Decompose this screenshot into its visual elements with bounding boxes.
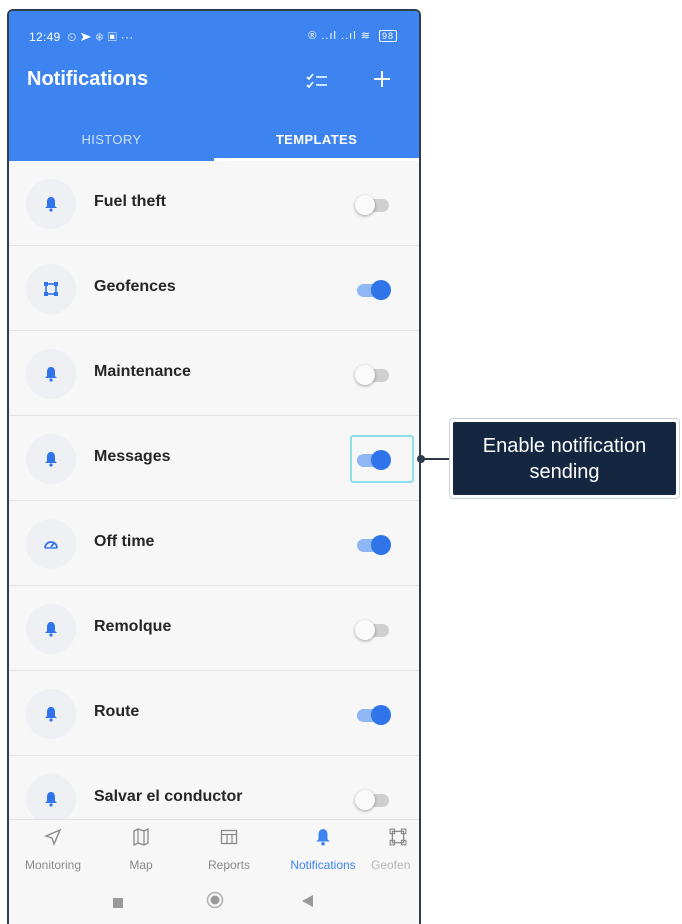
geofence-icon [389,828,407,846]
bell-icon [26,349,76,399]
bell-icon [316,829,330,846]
list-item[interactable]: Route [9,671,419,756]
enable-toggle[interactable] [355,534,391,556]
system-navigation-bar [9,877,419,924]
nav-geofences[interactable]: Geofen [361,820,419,878]
phone-screen: 12:49 ⏲ ➤ ❄ ▣ ··· ® ..ıl ..ıl ≋ 98 Notif… [7,9,421,924]
callout-connector [421,458,451,460]
template-name: Salvar el conductor [94,788,243,805]
template-name: Remolque [94,618,172,635]
table-icon [220,829,238,845]
add-template-button[interactable] [365,61,399,97]
template-name: Route [94,703,140,720]
nav-label: Geofen [371,858,411,872]
bell-icon [26,179,76,229]
bell-icon [26,689,76,739]
enable-toggle[interactable] [355,364,391,386]
page-title: Notifications [27,68,149,90]
square-icon [113,898,123,908]
app-bar: Notifications [9,61,419,117]
plus-icon [374,71,390,87]
tab-history[interactable]: HISTORY [9,117,214,161]
callout-dot [417,455,425,463]
status-time: 12:49 ⏲ ➤ ❄ ▣ ··· [29,30,134,44]
back-triangle-icon [302,895,313,907]
enable-toggle[interactable] [355,194,391,216]
bell-icon [26,434,76,484]
list-item[interactable]: Salvar el conductor [9,756,419,821]
list-item[interactable]: Messages [9,416,419,501]
status-right-icons: ® ..ıl ..ıl ≋ 98 [308,29,397,42]
bell-icon [26,774,76,821]
list-item[interactable]: Off time [9,501,419,586]
nav-label: Map [129,858,153,872]
enable-toggle[interactable] [355,279,391,301]
nav-notifications[interactable]: Notifications [275,820,371,878]
bell-icon [26,604,76,654]
back-button[interactable] [302,894,313,912]
tab-bar: HISTORY TEMPLATES [9,117,419,161]
templates-list: Fuel theft Geofences Maintenance Message… [9,161,419,821]
list-item[interactable]: Fuel theft [9,161,419,246]
nav-label: Notifications [290,858,356,872]
enable-toggle[interactable] [355,619,391,641]
list-item[interactable]: Maintenance [9,331,419,416]
template-name: Off time [94,533,155,550]
status-bar: 12:49 ⏲ ➤ ❄ ▣ ··· ® ..ıl ..ıl ≋ 98 [9,11,419,61]
status-left-icons: ⏲ ➤ ❄ ▣ ··· [67,30,134,44]
nav-label: Monitoring [24,858,82,872]
checklist-button[interactable] [301,65,333,97]
list-item[interactable]: Remolque [9,586,419,671]
callout-text: Enable notification sending [453,422,676,495]
template-name: Geofences [94,278,176,295]
enable-toggle[interactable] [355,704,391,726]
nav-map[interactable]: Map [101,820,181,878]
template-name: Messages [94,448,171,465]
callout-box: Enable notification sending [449,418,680,499]
battery-icon: 98 [378,30,397,42]
bottom-navigation: Monitoring Map Reports Notifications Geo… [9,819,419,878]
navigation-arrow-icon [44,828,62,846]
map-icon [133,827,149,847]
toggle-highlight-frame [350,435,414,483]
enable-toggle[interactable] [355,789,391,811]
list-item[interactable]: Geofences [9,246,419,331]
recent-apps-button[interactable] [113,895,123,913]
checklist-icon [306,73,327,89]
home-button[interactable] [206,891,224,914]
nav-monitoring[interactable]: Monitoring [13,820,93,878]
template-name: Maintenance [94,363,191,380]
nav-reports[interactable]: Reports [189,820,269,878]
speedometer-icon [26,519,76,569]
nav-label: Reports [207,858,251,872]
tab-templates[interactable]: TEMPLATES [214,117,419,161]
geofence-icon [26,264,76,314]
template-name: Fuel theft [94,193,166,210]
home-circle-icon [206,891,224,909]
